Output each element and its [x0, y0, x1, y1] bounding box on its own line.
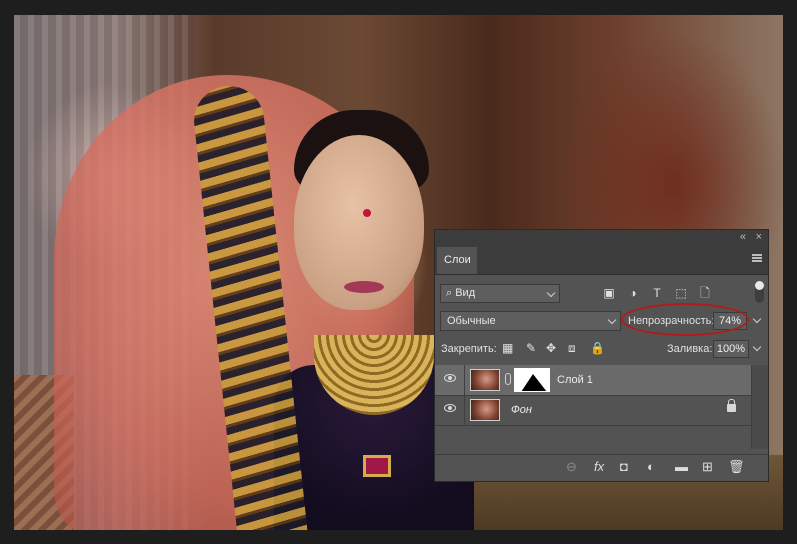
new-layer-icon[interactable]: ⊞: [702, 459, 713, 475]
chevron-down-icon: [546, 288, 556, 298]
lock-artboard-icon[interactable]: ⧈: [568, 340, 576, 356]
bindi: [363, 209, 371, 217]
blend-mode-value: Обычные: [447, 315, 496, 327]
add-mask-icon[interactable]: ◘: [620, 459, 628, 475]
fill-dropdown[interactable]: [749, 340, 765, 358]
delete-layer-icon[interactable]: 🗑: [728, 459, 745, 475]
chevron-down-icon: [752, 314, 762, 324]
lock-row: Закрепить: ▦ ✎ ✥ ⧈ 🔒 Заливка: 100%: [435, 339, 768, 359]
layer-name[interactable]: Фон: [511, 395, 532, 425]
lock-icon: [727, 399, 736, 412]
chevron-down-icon: [607, 315, 617, 325]
blend-mode-select[interactable]: Обычные: [440, 311, 621, 331]
opacity-dropdown[interactable]: [749, 312, 765, 330]
panel-footer: ⊖ fx ◘ ◐ ▬ ⊞ 🗑: [435, 454, 768, 481]
fx-icon[interactable]: fx: [594, 459, 604, 475]
layer-list: Слой 1 Фон: [435, 365, 752, 449]
blend-row: Обычные Непрозрачность: 74%: [435, 303, 768, 336]
panel-tab-row: Слои: [435, 245, 768, 275]
mask-link-icon[interactable]: [505, 373, 511, 385]
layer-row[interactable]: Слой 1: [435, 365, 752, 396]
lock-label: Закрепить:: [441, 343, 497, 355]
divider: [464, 395, 465, 425]
link-layers-icon[interactable]: ⊖: [566, 459, 577, 475]
filter-toggle[interactable]: [755, 281, 764, 303]
layer-list-scrollbar[interactable]: [751, 365, 768, 449]
layer-row[interactable]: Фон: [435, 395, 752, 426]
filter-kind-label: Вид: [455, 287, 476, 299]
lock-image-icon[interactable]: ✎: [526, 340, 536, 356]
opacity-highlight-ellipse: [621, 303, 749, 336]
adjustment-filter-icon[interactable]: ◑: [626, 286, 640, 300]
image-filter-icon[interactable]: ▣: [602, 286, 616, 300]
collapse-icon[interactable]: «: [740, 231, 746, 244]
lock-position-icon[interactable]: ✥: [546, 340, 556, 356]
group-folder-icon[interactable]: ▬: [675, 459, 688, 475]
bride-lips: [344, 281, 384, 293]
panel-topbar: « ×: [435, 230, 768, 245]
smart-object-filter-icon[interactable]: 🗋: [698, 286, 712, 300]
filter-row: ⌕ Вид ▣ ◑ T ⬚ 🗋: [435, 281, 768, 304]
layer-thumbnail: [470, 369, 500, 391]
adjustment-layer-icon[interactable]: ◐: [647, 459, 655, 475]
necklace-pendant: [363, 455, 391, 477]
fill-label: Заливка:: [667, 343, 713, 355]
panel-menu-icon[interactable]: [752, 254, 762, 262]
chevron-down-icon: [752, 342, 762, 352]
layer-filter-select[interactable]: ⌕ Вид: [440, 284, 560, 303]
layers-panel: « × Слои ⌕ Вид ▣ ◑ T ⬚ 🗋 Обычные Непрозр…: [434, 229, 769, 482]
type-filter-icon[interactable]: T: [650, 286, 664, 300]
shape-filter-icon[interactable]: ⬚: [674, 286, 688, 300]
close-icon[interactable]: ×: [756, 231, 762, 244]
search-icon: ⌕: [446, 287, 456, 299]
layer-mask-thumbnail[interactable]: [514, 368, 550, 392]
eye-icon[interactable]: [444, 374, 456, 382]
layer-name[interactable]: Слой 1: [557, 365, 593, 395]
lock-all-icon[interactable]: 🔒: [590, 340, 605, 356]
divider: [464, 365, 465, 395]
tab-layers[interactable]: Слои: [437, 247, 477, 274]
fill-input[interactable]: 100%: [713, 340, 749, 358]
layer-thumbnail: [470, 399, 500, 421]
eye-icon[interactable]: [444, 404, 456, 412]
lock-transparent-icon[interactable]: ▦: [502, 340, 513, 356]
